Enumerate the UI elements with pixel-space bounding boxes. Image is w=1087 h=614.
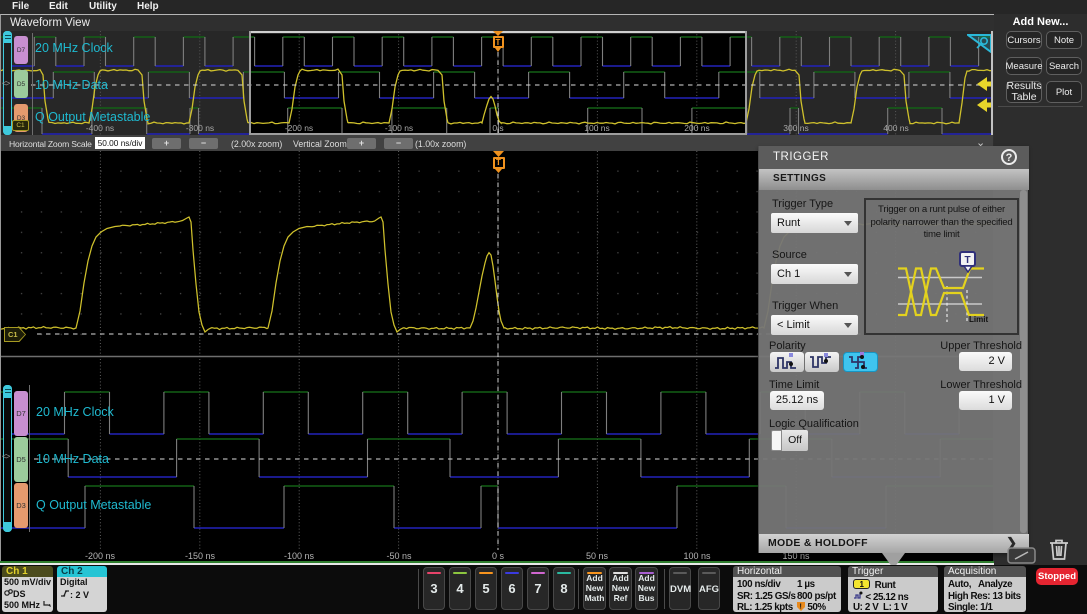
svg-text:!: ! <box>800 604 802 611</box>
svg-text:Limit: Limit <box>969 315 988 324</box>
svg-text:T: T <box>965 255 971 266</box>
